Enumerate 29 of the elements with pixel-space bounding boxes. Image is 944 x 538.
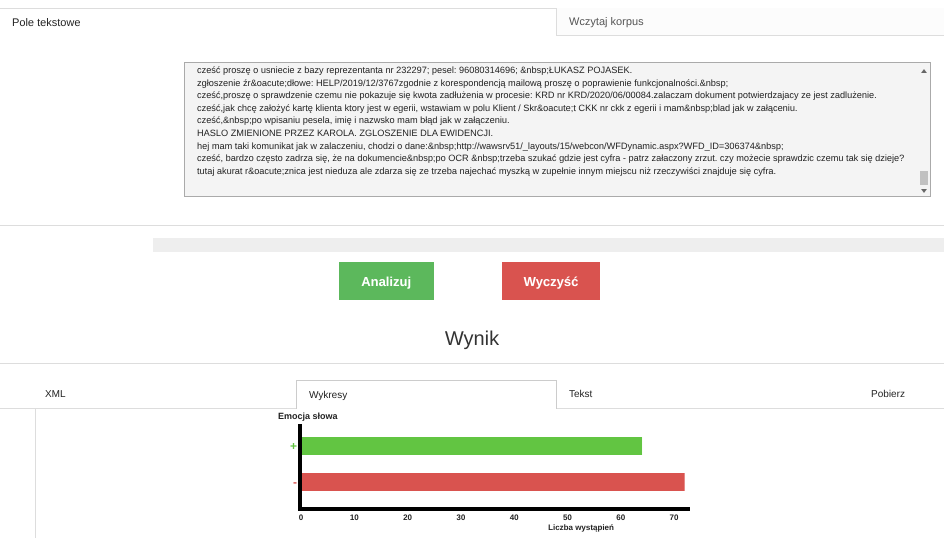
text-line: cześć,jak chcę założyć kartę klienta ktory jest w egerii, wstawiam w polu Klient / Skr&oacute;t CKK nr ckk z egerii i mam&nbsp;blad jak w załąceniu. [197, 102, 798, 114]
text-line: cześć,proszę o sprawdzenie czemu nie pokazuje się kwota zadłużenia w procesie: KRD nr KRD/2020/06/00084.zalaczam dokument potwierdzajacy ze jest zadlużenie. [197, 89, 878, 102]
tab[interactable]: Wykresy [296, 380, 557, 409]
section-title: Wynik [444, 328, 500, 351]
category-label: - [293, 475, 297, 489]
scroll-down-icon[interactable] [921, 189, 927, 193]
text-line: cześć,&nbsp;po wpisaniu pesela, imię i nazwsko mam błąd jak w załączeniu. [197, 114, 511, 127]
axis-title: Emocja słowa [278, 411, 338, 421]
tick-label: 0 [298, 513, 304, 522]
clear-button[interactable]: Wyczyść [502, 262, 600, 300]
tick-label: 10 [350, 513, 359, 522]
tick-label: 50 [562, 513, 572, 522]
text-line: cześć, bardzo często zadrza się, że na dokumencie&nbsp;po OCR &nbsp;trzeba szukać gdzie jest cyfra - patrz załaczony zrzut. czy możecie sprawdzic czemu tak się dzieje? [197, 152, 906, 165]
text-line: HASLO ZMIENIONE PRZEZ KAROLA. ZGLOSZENIE DLA EWIDENCJI. [197, 126, 494, 140]
tick-label: 30 [456, 513, 466, 522]
scrollbar-thumb[interactable] [920, 171, 928, 185]
text-line: zgłoszenie źr&oacute;dłowe: HELP/2019/12/3767zgodnie z korespondencją mailową proszę o poprawienie funkcjonalności.&nbsp; [197, 76, 730, 90]
scroll-up-icon[interactable] [921, 69, 927, 73]
tick-label: 70 [670, 513, 678, 522]
text-area[interactable] [184, 62, 931, 197]
category-label: + [290, 439, 297, 453]
tick-label: 20 [403, 513, 412, 522]
text-line: cześć proszę o usniecie z bazy reprezentanta nr 232297; pesel: 96080314696; &nbsp;ŁUKASZ POJASEK. [197, 64, 634, 77]
text-line: hej mam taki komunikat jak w zalaczeniu, chodzi o dane:&nbsp;http://wawsrv51/_layouts/15/webcon/WFDynamic.aspx?WFD_ID=306374&nbsp; [197, 140, 785, 152]
tick-label: 40 [510, 513, 519, 522]
text-line: tutaj akurat r&oacute;znica jest nieduza ale zdarza się ze trzeba najechać myszką w zupełnie innym miejscu niż rzeczywiści znajduje się cyfra. [197, 164, 778, 178]
axis-title: Liczba wystąpień [548, 523, 614, 532]
tick-label: 60 [616, 513, 626, 522]
tab[interactable]: Pole tekstowe [0, 8, 557, 36]
